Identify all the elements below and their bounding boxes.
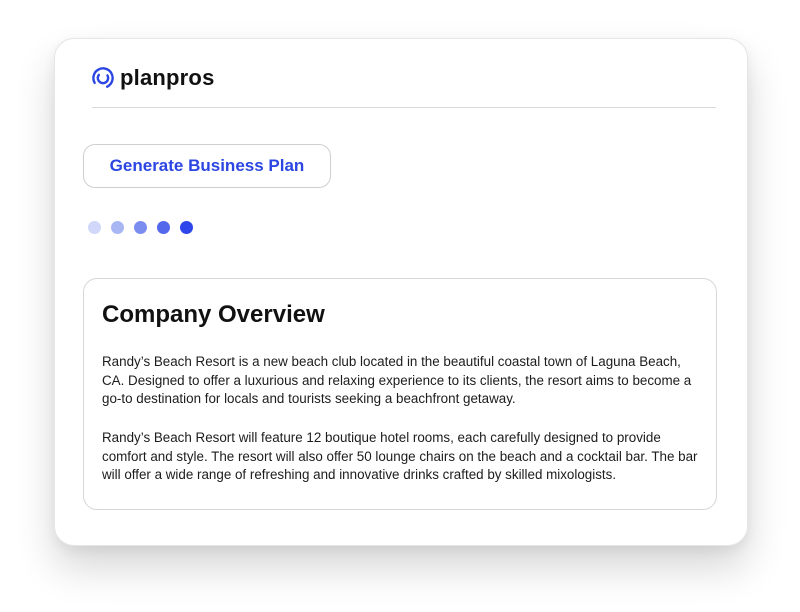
progress-dot xyxy=(134,221,147,234)
progress-dots xyxy=(88,221,193,234)
header-divider xyxy=(92,107,716,108)
progress-dot xyxy=(111,221,124,234)
progress-dot xyxy=(88,221,101,234)
progress-dot xyxy=(157,221,170,234)
brand-logo[interactable]: planpros xyxy=(92,64,215,92)
brand-name: planpros xyxy=(120,65,215,90)
progress-dot xyxy=(180,221,193,234)
overview-paragraph: Randy’s Beach Resort will feature 12 bou… xyxy=(102,430,698,482)
section-title: Company Overview xyxy=(102,301,325,328)
swirl-logo-icon xyxy=(92,67,114,89)
company-overview-card: Company Overview Randy’s Beach Resort is… xyxy=(83,278,717,510)
generate-business-plan-button[interactable]: Generate Business Plan xyxy=(83,144,331,188)
overview-paragraph: Randy’s Beach Resort is a new beach club… xyxy=(102,354,692,406)
